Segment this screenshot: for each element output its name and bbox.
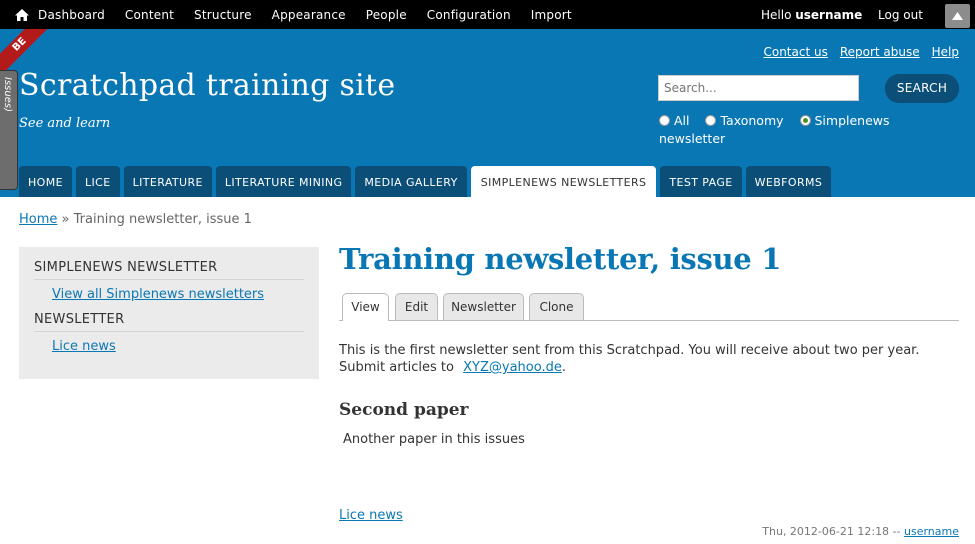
nav-tab-webforms[interactable]: WEBFORMS <box>745 166 832 197</box>
search-type-radios: All Taxonomy Simplenews newsletter <box>659 112 959 148</box>
block-divider <box>34 279 304 280</box>
breadcrumb-current: Training newsletter, issue 1 <box>73 212 252 227</box>
primary-nav: HOME LICE LITERATURE LITERATURE MINING M… <box>19 166 835 197</box>
body-end: . <box>561 360 566 375</box>
author-link[interactable]: username <box>904 525 959 538</box>
nav-tab-test-page[interactable]: TEST PAGE <box>660 166 742 197</box>
breadcrumb-home-link[interactable]: Home <box>19 212 57 227</box>
greeting-prefix: Hello <box>761 8 796 22</box>
newsletter-term-link[interactable]: Lice news <box>339 508 403 523</box>
triangle-up-icon <box>952 12 963 20</box>
nav-tab-simplenews-newsletters[interactable]: SIMPLENEWS NEWSLETTERS <box>470 166 657 197</box>
search-button[interactable]: SEARCH <box>885 74 959 103</box>
newsletter-body: This is the first newsletter sent from t… <box>339 342 964 376</box>
admin-menu: Dashboard Content Structure Appearance P… <box>38 0 592 29</box>
admin-menu-content[interactable]: Content <box>125 8 174 22</box>
view-all-newsletters-link[interactable]: View all Simplenews newsletters <box>52 287 264 302</box>
toolbar-toggle-button[interactable] <box>945 4 970 28</box>
tab-clone[interactable]: Clone <box>529 293 584 320</box>
body-text: This is the first newsletter sent from t… <box>339 343 920 375</box>
radio-circle[interactable] <box>659 115 670 126</box>
nav-tab-home[interactable]: HOME <box>19 166 72 197</box>
tab-view[interactable]: View <box>342 293 389 321</box>
site-name[interactable]: Scratchpad training site <box>19 68 395 103</box>
nav-tab-literature-mining[interactable]: LITERATURE MINING <box>215 166 352 197</box>
page-title: Training newsletter, issue 1 <box>339 242 782 276</box>
issues-side-tab[interactable]: Issues) <box>0 70 18 190</box>
radio-taxonomy[interactable]: Taxonomy <box>705 113 784 128</box>
report-abuse-link[interactable]: Report abuse <box>840 45 920 59</box>
section-paragraph: Another paper in this issues <box>343 432 525 447</box>
submitted-info: Thu, 2012-06-21 12:18 -- username <box>762 525 959 538</box>
tab-edit[interactable]: Edit <box>395 293 438 320</box>
search-input[interactable] <box>658 75 859 101</box>
user-greeting: Hello username <box>761 8 862 22</box>
block-title-simplenews: SIMPLENEWS NEWSLETTER <box>34 260 218 275</box>
radio-taxonomy-label: Taxonomy <box>720 113 784 128</box>
admin-menu-structure[interactable]: Structure <box>194 8 252 22</box>
greeting-username: username <box>795 8 863 22</box>
email-link[interactable]: XYZ@yahoo.de <box>463 360 562 375</box>
logout-link[interactable]: Log out <box>878 8 923 22</box>
admin-menu-dashboard[interactable]: Dashboard <box>38 8 105 22</box>
radio-circle-checked[interactable] <box>799 115 811 126</box>
submitted-date: Thu, 2012-06-21 12:18 -- <box>762 525 904 538</box>
sidebar-lice-news-link[interactable]: Lice news <box>52 339 116 354</box>
contact-us-link[interactable]: Contact us <box>763 45 827 59</box>
radio-all-label: All <box>674 113 690 128</box>
admin-toolbar: Dashboard Content Structure Appearance P… <box>0 0 975 29</box>
admin-menu-configuration[interactable]: Configuration <box>427 8 511 22</box>
admin-menu-appearance[interactable]: Appearance <box>272 8 346 22</box>
tab-newsletter[interactable]: Newsletter <box>443 293 524 320</box>
nav-tab-media-gallery[interactable]: MEDIA GALLERY <box>355 166 467 197</box>
block-title-newsletter: NEWSLETTER <box>34 312 125 327</box>
site-slogan: See and learn <box>19 116 111 131</box>
issues-tab-label: Issues) <box>2 77 13 112</box>
radio-all[interactable]: All <box>659 113 690 128</box>
radio-circle[interactable] <box>705 115 717 126</box>
admin-menu-import[interactable]: Import <box>531 8 572 22</box>
help-link[interactable]: Help <box>932 45 959 59</box>
section-heading: Second paper <box>339 400 469 420</box>
nav-tab-lice[interactable]: LICE <box>75 166 120 197</box>
home-icon[interactable] <box>14 7 30 23</box>
block-divider <box>34 331 304 332</box>
secondary-links: Contact us Report abuse Help <box>763 45 959 59</box>
breadcrumb-separator: » <box>57 212 74 227</box>
admin-menu-people[interactable]: People <box>366 8 407 22</box>
nav-tab-literature[interactable]: LITERATURE <box>123 166 212 197</box>
sidebar: SIMPLENEWS NEWSLETTER View all Simplenew… <box>19 247 319 379</box>
local-tasks: View Edit Newsletter Clone <box>339 293 959 321</box>
breadcrumb: Home » Training newsletter, issue 1 <box>19 212 252 227</box>
